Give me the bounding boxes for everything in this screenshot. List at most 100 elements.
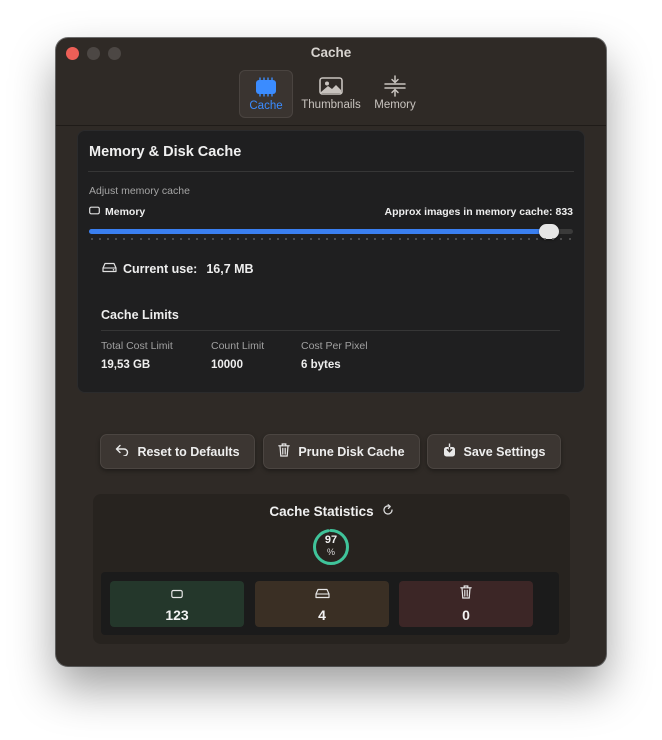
slider-tick: [406, 238, 409, 240]
slider-tick: [350, 238, 352, 240]
slider-tick: [422, 238, 425, 240]
memory-stat-value: 123: [165, 606, 189, 623]
slider-tick: [495, 238, 498, 240]
count-limit: Count Limit 10000: [211, 340, 264, 371]
slider-tick: [91, 238, 93, 240]
slider-ticks: [91, 238, 571, 240]
limit-value: 10000: [211, 359, 243, 371]
slider-tick: [414, 238, 417, 240]
slider-tick: [552, 238, 555, 240]
slider-tick: [285, 238, 288, 240]
slider-tick: [123, 238, 126, 240]
slider-tick: [301, 238, 304, 240]
slider-tick: [188, 238, 191, 240]
slider-tick: [560, 238, 563, 240]
limit-value: 19,53 GB: [101, 359, 151, 371]
slider-tick: [439, 238, 442, 240]
save-settings-button[interactable]: Save Settings: [427, 434, 561, 469]
internal-drive-icon: [314, 586, 330, 604]
current-use-value: 16,7 MB: [206, 262, 254, 276]
slider-tick: [260, 238, 263, 240]
tab-memory[interactable]: Memory: [370, 70, 420, 118]
hit-rate-unit: %: [326, 547, 335, 557]
slider-tick: [139, 238, 142, 240]
slider-tick: [479, 238, 482, 240]
slider-tick: [519, 238, 522, 240]
tab-memory-label: Memory: [374, 99, 416, 111]
slider-tick: [171, 238, 174, 240]
limit-label: Count Limit: [211, 340, 265, 352]
memory-slider-header: Memory Approx images in memory cache: 83…: [89, 206, 573, 220]
memory-slider-label: Memory: [105, 206, 146, 218]
prune-disk-cache-button[interactable]: Prune Disk Cache: [263, 434, 420, 469]
adjust-memory-label: Adjust memory cache: [89, 185, 190, 197]
reset-defaults-label: Reset to Defaults: [137, 444, 240, 459]
slider-tick: [220, 238, 223, 240]
internal-drive-icon: [102, 262, 117, 276]
card-divider: [88, 171, 574, 172]
slider-tick: [333, 238, 336, 240]
disk-stat-card: 4: [255, 581, 389, 627]
approx-images-text: Approx images in memory cache: 833: [384, 206, 574, 218]
slider-tick: [487, 238, 490, 240]
cache-limits-title: Cache Limits: [101, 308, 179, 322]
photo-icon: [317, 75, 345, 97]
current-use-row: Current use: 16,7 MB: [102, 262, 254, 276]
memory-cache-slider[interactable]: [89, 224, 573, 239]
memory-compress-icon: [381, 75, 409, 97]
refresh-icon[interactable]: [382, 504, 394, 519]
slider-tick: [398, 238, 401, 240]
trash-icon: [460, 585, 472, 604]
slider-tick: [180, 238, 183, 240]
slider-tick: [382, 238, 385, 240]
limit-value: 6 bytes: [301, 359, 341, 371]
slider-fill: [89, 229, 549, 234]
slider-tick: [471, 238, 474, 240]
trash-icon: [278, 443, 291, 460]
slider-tick: [430, 238, 433, 240]
hit-rate-value: 97: [324, 534, 338, 546]
slider-tick: [147, 238, 150, 240]
toolbar-divider: [56, 125, 606, 126]
memory-chip-icon: [89, 206, 100, 218]
slider-tick: [447, 238, 450, 240]
slider-tick: [358, 238, 361, 240]
slider-tick: [252, 238, 255, 240]
memory-chip-icon: [171, 586, 183, 604]
reset-defaults-button[interactable]: Reset to Defaults: [100, 434, 255, 469]
statistics-row: 123 4 0: [101, 572, 559, 635]
slider-tick: [115, 238, 118, 240]
prune-disk-cache-label: Prune Disk Cache: [298, 444, 405, 459]
slider-tick: [244, 238, 247, 240]
chip-icon: [252, 76, 280, 98]
slider-tick: [99, 238, 102, 240]
slider-tick: [536, 238, 539, 240]
slider-tick: [503, 238, 506, 240]
slider-tick: [196, 238, 199, 240]
evicted-stat-value: 0: [462, 607, 470, 623]
undo-arrow-icon: [115, 444, 129, 459]
slider-tick: [131, 238, 134, 240]
slider-tick: [163, 238, 166, 240]
statistics-title: Cache Statistics: [269, 504, 374, 519]
memory-slider-title: Memory: [89, 206, 145, 218]
slider-knob[interactable]: [538, 224, 559, 239]
slider-tick: [107, 238, 110, 240]
cache-statistics-panel: Cache Statistics 97 % 123 4 0: [93, 494, 570, 644]
tab-cache[interactable]: Cache: [239, 70, 293, 118]
slider-tick: [511, 238, 514, 240]
tab-thumbnails[interactable]: Thumbnails: [298, 70, 364, 118]
slider-tick: [277, 238, 280, 240]
hit-rate-text: 97 %: [312, 534, 350, 558]
slider-tick: [374, 238, 377, 240]
slider-tick: [269, 238, 272, 240]
slider-tick: [463, 238, 466, 240]
slider-tick: [341, 238, 344, 240]
cost-per-pixel: Cost Per Pixel 6 bytes: [301, 340, 368, 371]
slider-tick: [317, 238, 320, 240]
save-settings-label: Save Settings: [463, 444, 546, 459]
evicted-stat-card: 0: [399, 581, 533, 627]
card-title: Memory & Disk Cache: [89, 144, 242, 160]
limit-label: Cost Per Pixel: [301, 340, 368, 352]
tab-cache-label: Cache: [249, 100, 283, 112]
